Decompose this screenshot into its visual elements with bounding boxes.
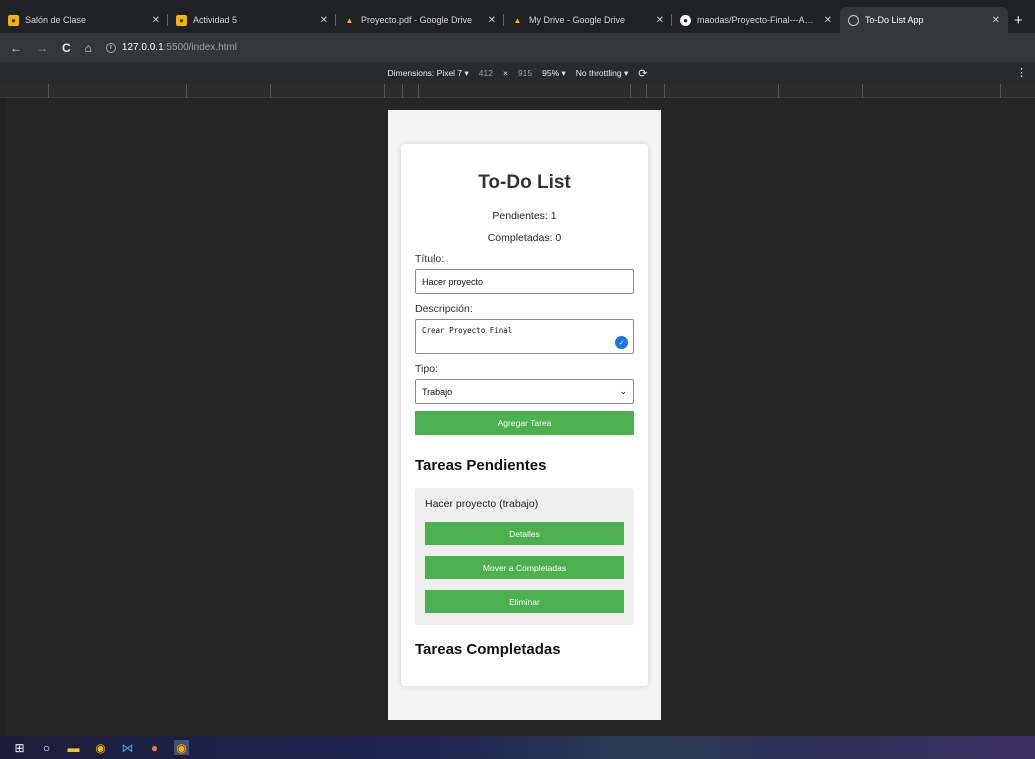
ruler-tick [630,84,631,98]
ruler-tick [48,84,49,98]
type-label: Tipo: [415,363,438,375]
url-path: :5500/index.html [163,42,238,53]
pending-counter: Pendientes: 1 [492,210,557,222]
media-query-ruler [0,84,1035,98]
delete-button[interactable]: Eliminar [425,590,624,613]
tab-label: maodas/Proyecto-Final---Aplica [697,15,818,25]
chrome-active-icon[interactable]: ◉ [174,740,189,755]
task-title: Hacer proyecto (trabajo) [425,498,539,510]
tab-todo-app[interactable]: To-Do List App ✕ [840,7,1008,33]
address-bar: ← → C ⌂ i 127.0.0.1:5500/index.html [0,33,1035,62]
home-icon[interactable]: ⌂ [85,41,92,55]
close-icon[interactable]: ✕ [152,15,160,26]
throttling-select[interactable]: No throttling ▾ [576,68,628,79]
close-icon[interactable]: ✕ [824,15,832,26]
dimension-separator: × [502,68,508,78]
close-icon[interactable]: ✕ [656,15,664,26]
task-item: Hacer proyecto (trabajo) Detalles Mover … [415,488,634,625]
ruler-tick [384,84,385,98]
ruler-tick [862,84,863,98]
page-title: To-Do List [478,172,571,193]
chrome-icon[interactable]: ◉ [93,740,108,755]
device-screen: To-Do List Pendientes: 1 Completadas: 0 … [388,110,661,720]
windows-start-icon[interactable]: ⊞ [12,740,27,755]
tab-my-drive[interactable]: ▲ My Drive - Google Drive ✕ [504,7,672,33]
search-icon[interactable]: ○ [39,740,54,755]
ruler-tick [646,84,647,98]
description-label: Descripción: [415,303,473,315]
completed-counter: Completadas: 0 [487,232,562,244]
ruler-tick [270,84,271,98]
details-button[interactable]: Detalles [425,522,624,545]
device-width[interactable]: 412 [479,68,493,78]
firefox-icon[interactable]: ● [147,740,162,755]
tab-label: Actividad 5 [193,15,238,25]
description-textarea[interactable]: Crear Proyecto Final ✓ [415,319,634,354]
vscode-icon[interactable]: ⋈ [120,740,135,755]
device-toolbar: Dimensions: Pixel 7 ▾ 412 × 915 95% ▾ No… [0,62,1035,84]
chevron-down-icon: ⌄ [619,386,627,396]
new-tab-button[interactable]: + [1014,7,1023,33]
close-icon[interactable]: ✕ [992,15,1000,26]
github-icon: ● [680,14,691,26]
type-selected-value: Trabajo [422,386,453,397]
device-height[interactable]: 915 [518,68,532,78]
todo-app-card: To-Do List Pendientes: 1 Completadas: 0 … [401,144,648,686]
info-icon[interactable]: i [105,42,116,53]
drive-icon: ▲ [513,15,522,25]
tab-label: Salón de Clase [25,15,87,25]
classroom-icon: ● [176,14,187,26]
tab-label: Proyecto.pdf - Google Drive [361,15,473,25]
reload-icon[interactable]: C [62,41,71,55]
globe-icon [848,14,859,26]
add-task-button[interactable]: Agregar Tarea [415,411,634,435]
close-icon[interactable]: ✕ [320,15,328,26]
classroom-icon: ● [8,14,19,26]
forward-icon[interactable]: → [36,41,48,55]
more-options-icon[interactable]: ⋮ [1016,66,1027,79]
zoom-select[interactable]: 95% ▾ [542,68,566,79]
tab-salon-de-clase[interactable]: ● Salón de Clase ✕ [0,7,168,33]
pending-section-title: Tareas Pendientes [415,457,547,474]
move-to-completed-button[interactable]: Mover a Completadas [425,556,624,579]
ruler-tick [186,84,187,98]
ruler-tick [418,84,419,98]
url-host: 127.0.0.1 [121,42,164,53]
tab-actividad-5[interactable]: ● Actividad 5 ✕ [168,7,336,33]
completed-section-title: Tareas Completadas [415,641,561,658]
back-icon[interactable]: ← [10,41,22,55]
tab-label: To-Do List App [865,15,924,25]
device-select[interactable]: Dimensions: Pixel 7 ▾ [388,68,469,79]
file-explorer-icon[interactable]: ▬ [66,740,81,755]
ruler-tick [664,84,665,98]
description-value: Crear Proyecto Final [422,326,513,335]
rotate-icon[interactable]: ⟳ [638,67,647,80]
tab-github[interactable]: ● maodas/Proyecto-Final---Aplica ✕ [672,7,840,33]
tab-proyecto-pdf[interactable]: ▲ Proyecto.pdf - Google Drive ✕ [336,7,504,33]
tab-label: My Drive - Google Drive [529,15,626,25]
grammar-check-icon[interactable]: ✓ [615,336,628,349]
url-field[interactable]: i 127.0.0.1:5500/index.html [105,42,238,53]
os-taskbar: ⊞ ○ ▬ ◉ ⋈ ● ◉ [0,736,1035,759]
ruler-tick [1000,84,1001,98]
ruler-tick [402,84,403,98]
ruler-tick [778,84,779,98]
title-input[interactable]: Hacer proyecto [415,269,634,294]
title-label: Título: [415,253,445,265]
browser-tab-strip: ● Salón de Clase ✕ ● Actividad 5 ✕ ▲ Pro… [0,0,1035,33]
close-icon[interactable]: ✕ [488,15,496,26]
drive-icon: ▲ [345,15,354,25]
type-select[interactable]: Trabajo ⌄ [415,379,634,404]
